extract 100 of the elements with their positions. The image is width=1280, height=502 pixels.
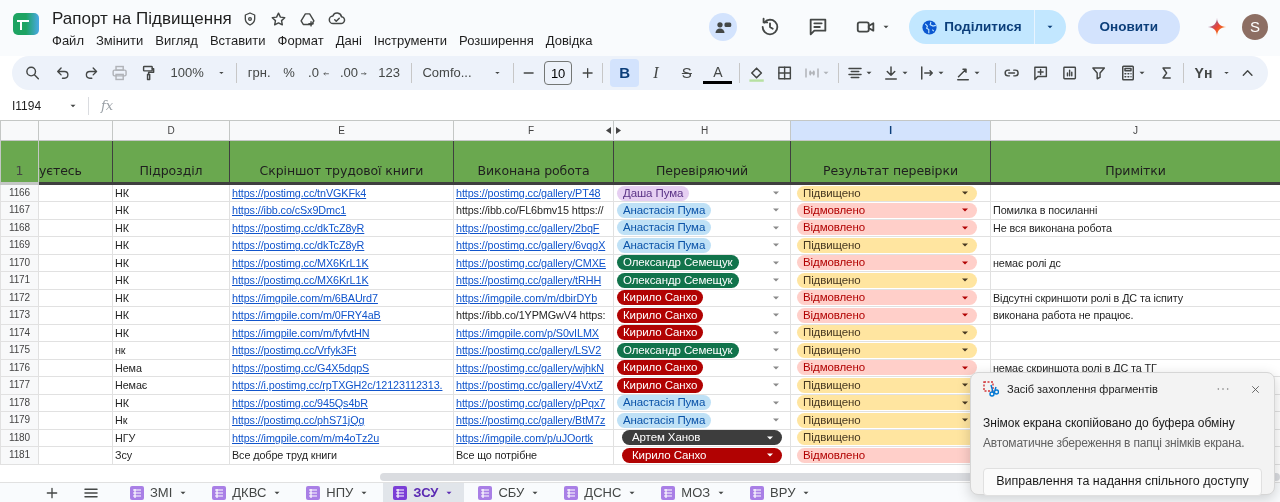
person-chip[interactable]: Анастасія Пума (617, 202, 712, 218)
menu-item[interactable]: Розширення (453, 32, 540, 50)
status-chip[interactable]: Підвищено (797, 272, 977, 288)
spreadsheet-logo[interactable] (12, 10, 40, 38)
table-cell: нк (112, 341, 230, 359)
star-icon[interactable] (269, 10, 287, 28)
formula-label: fx (101, 97, 114, 116)
column-letter[interactable]: H (700, 122, 709, 139)
status-chip[interactable]: Підвищено (797, 342, 977, 358)
person-chip[interactable]: Анастасія Пума (617, 412, 712, 428)
status-chip[interactable]: Відмовлено (797, 360, 977, 376)
person-chip[interactable]: Даша Пума (617, 185, 690, 201)
collaborators-button[interactable] (709, 13, 738, 41)
table-cell: НГУ (112, 429, 230, 447)
status-chip[interactable]: Підвищено (797, 185, 977, 201)
globe-icon (921, 18, 939, 36)
document-title[interactable]: Рапорт на Підвищення (52, 8, 232, 30)
table-cell: Немає (112, 376, 230, 394)
menu-item[interactable]: Інструменти (367, 32, 454, 50)
sheet-tab[interactable]: НПУ (296, 482, 380, 502)
table-cell: Нема (112, 359, 230, 377)
strike-button[interactable]: S (672, 59, 702, 87)
column-title: Скріншот трудової книги (229, 140, 454, 184)
sheet-tab[interactable]: ВРУ (740, 482, 822, 502)
case-button[interactable]: Yн (1190, 59, 1235, 87)
font-size-field[interactable]: 10 (544, 61, 573, 85)
status-chip[interactable]: Відмовлено (797, 255, 977, 271)
expand-arrow-icon[interactable] (606, 127, 611, 135)
add-sheet-icon[interactable] (44, 485, 60, 501)
person-chip[interactable]: Кирило Санхо (617, 325, 704, 341)
filter-icon[interactable] (1089, 64, 1108, 82)
person-chip[interactable]: Олександр Семещук (617, 272, 739, 288)
person-chip[interactable]: Олександр Семещук (617, 255, 739, 271)
drive-icon[interactable] (298, 10, 316, 28)
sheet-tab[interactable]: СБУ (468, 482, 551, 502)
sheet-tab[interactable]: МОЗ (651, 482, 737, 502)
person-chip[interactable]: Кирило Санхо (622, 447, 782, 463)
status-chip[interactable]: Відмовлено (797, 307, 977, 323)
update-button[interactable]: Оновити (1077, 10, 1180, 44)
edit-share-button[interactable]: Виправлення та надання спільного доступу (983, 467, 1262, 496)
menu-item[interactable]: Змінити (89, 32, 150, 50)
person-chip[interactable]: Кирило Санхо (617, 307, 704, 323)
sheet-tab[interactable]: ЗМІ (120, 482, 199, 502)
sheet-tab[interactable]: ДКВС (202, 482, 293, 502)
status-chip[interactable]: Підвищено (797, 325, 977, 341)
person-chip[interactable]: Анастасія Пума (617, 220, 712, 236)
column-letter[interactable]: D (167, 122, 175, 139)
color-button[interactable]: A (703, 62, 733, 84)
sheet-tab[interactable]: ДСНС (554, 482, 648, 502)
column-letter[interactable]: E (338, 122, 345, 139)
column-letter[interactable]: F (528, 122, 534, 139)
app-name: Засіб захоплення фрагментів (1007, 382, 1158, 397)
menu-item[interactable]: Вставити (203, 32, 272, 50)
zoom-dropdown[interactable]: 100% (166, 59, 230, 87)
person-chip[interactable]: Кирило Санхо (617, 290, 704, 306)
table-cell: НК (112, 394, 230, 412)
table-cell: Зсу (112, 446, 230, 464)
row-number[interactable]: 1 (0, 140, 39, 184)
column-title: уєтесь (38, 140, 113, 184)
add-comment-icon[interactable] (1032, 64, 1050, 82)
notification-detail: Автоматичне збереження в папці знімків екрана. (983, 434, 1246, 452)
person-chip[interactable]: Анастасія Пума (617, 237, 712, 253)
column-letter[interactable]: J (1133, 122, 1138, 139)
font-dropdown[interactable]: Comfo... (418, 59, 507, 87)
person-chip[interactable]: Анастасія Пума (617, 395, 712, 411)
table-cell: https://ibb.co/FL6bmv15 https:// (453, 201, 614, 219)
table-cell: НК (112, 324, 230, 342)
menu-item[interactable]: Довідка (539, 32, 599, 50)
table-cell: Все що потрібне (453, 446, 614, 464)
borders-icon[interactable] (776, 64, 794, 82)
percent-button[interactable]: % (276, 59, 303, 87)
status-chip[interactable]: Відмовлено (797, 220, 977, 236)
increase-decimals-button[interactable]: .00 (335, 59, 373, 87)
avatar[interactable]: S (1242, 14, 1268, 40)
status-chip[interactable]: Відмовлено (797, 290, 977, 306)
menu-item[interactable]: Файл (46, 32, 90, 50)
menu-item[interactable]: Дані (329, 32, 368, 50)
decrease-decimals-button[interactable]: .0 (304, 59, 334, 87)
person-chip[interactable]: Кирило Санхо (617, 360, 704, 376)
bold-button[interactable]: B (610, 59, 640, 87)
person-chip[interactable]: Олександр Семещук (617, 342, 739, 358)
search-icon[interactable] (24, 64, 42, 82)
chart-icon[interactable] (1061, 64, 1079, 82)
table-cell: НК (112, 201, 230, 219)
person-chip[interactable]: Артем Ханов (622, 430, 782, 446)
status-chip[interactable]: Підвищено (797, 237, 977, 253)
expand-arrow-icon[interactable] (616, 127, 621, 135)
table-cell: НК (112, 183, 230, 202)
italic-button[interactable]: I (641, 59, 671, 87)
column-title: Примітки (990, 140, 1280, 184)
name-box[interactable]: I1194 (12, 97, 68, 115)
menu-item[interactable]: Формат (271, 32, 330, 50)
menu-item[interactable]: Вигляд (149, 32, 204, 50)
table-cell: НК (112, 289, 230, 307)
person-chip[interactable]: Кирило Санхо (617, 377, 704, 393)
number-format-button[interactable]: 123 (374, 59, 404, 87)
status-chip[interactable]: Відмовлено (797, 202, 977, 218)
column-letter[interactable]: I (889, 122, 892, 139)
currency-button[interactable]: грн. (244, 59, 275, 87)
sheet-tab[interactable]: ЗСУ (383, 482, 465, 502)
